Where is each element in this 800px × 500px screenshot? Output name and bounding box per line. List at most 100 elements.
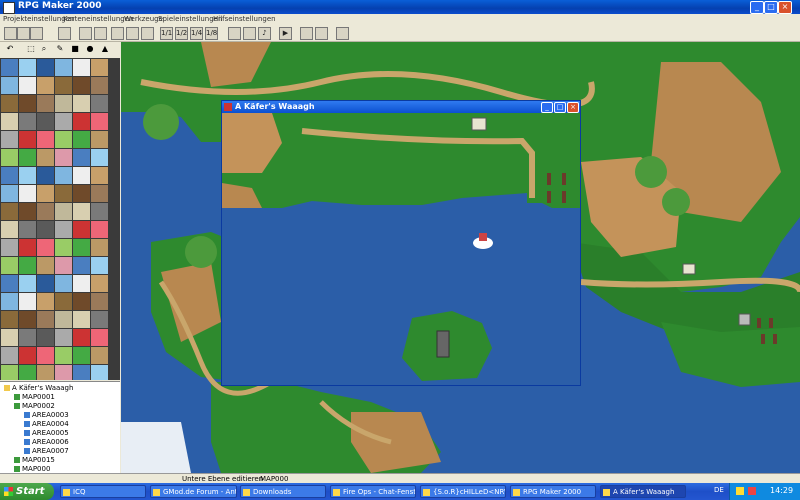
grid-icon[interactable] xyxy=(141,27,154,40)
close-project-icon[interactable] xyxy=(30,27,43,40)
chipset-tile[interactable] xyxy=(73,293,90,310)
chipset-tile[interactable] xyxy=(19,167,36,184)
music-icon[interactable]: ♪ xyxy=(258,27,271,40)
chipset-tile[interactable] xyxy=(55,77,72,94)
chipset-tile[interactable] xyxy=(73,347,90,364)
chipset-tile[interactable] xyxy=(37,275,54,292)
chipset-tile[interactable] xyxy=(91,203,108,220)
chipset-tile[interactable] xyxy=(55,221,72,238)
tree-item[interactable]: AREA0007 xyxy=(24,447,69,455)
layer-view-icon[interactable] xyxy=(126,27,139,40)
zoom-icon[interactable]: ⌕ xyxy=(39,44,49,54)
open-project-icon[interactable] xyxy=(17,27,30,40)
chipset-tile[interactable] xyxy=(19,203,36,220)
chipset-tile[interactable] xyxy=(55,185,72,202)
chipset-tile[interactable] xyxy=(37,131,54,148)
chipset-tile[interactable] xyxy=(55,203,72,220)
task-forum[interactable]: GMod.de Forum - Ant... xyxy=(150,485,237,498)
zoom-1-2-button[interactable]: 1/2 xyxy=(175,27,188,40)
minimize-button[interactable]: _ xyxy=(750,1,764,14)
chipset-tile[interactable] xyxy=(55,365,72,380)
chipset-tile[interactable] xyxy=(37,167,54,184)
chipset-tile[interactable] xyxy=(55,149,72,166)
chipset-tile[interactable] xyxy=(37,149,54,166)
chipset-tile[interactable] xyxy=(1,77,18,94)
select-icon[interactable]: ⬚ xyxy=(26,44,36,54)
chipset-tile[interactable] xyxy=(1,203,18,220)
task-icq[interactable]: ICQ xyxy=(60,485,146,498)
chipset-tile[interactable] xyxy=(37,347,54,364)
chipset-tile[interactable] xyxy=(91,275,108,292)
chipset-tile[interactable] xyxy=(55,131,72,148)
chipset-tile[interactable] xyxy=(37,185,54,202)
tree-item[interactable]: AREA0004 xyxy=(24,420,69,428)
child-minimize-button[interactable]: _ xyxy=(541,102,553,113)
playtest-icon[interactable]: ▶ xyxy=(279,27,292,40)
chipset-tile[interactable] xyxy=(55,167,72,184)
task-downloads[interactable]: Downloads xyxy=(240,485,326,498)
menu-karteneinstellungen[interactable]: Karteneinstellungen xyxy=(63,15,133,23)
zoom-1-8-button[interactable]: 1/8 xyxy=(205,27,218,40)
upper-layer-icon[interactable] xyxy=(94,27,107,40)
tree-item[interactable]: MAP0002 xyxy=(14,402,55,410)
chipset-tile[interactable] xyxy=(91,239,108,256)
chipset-tile[interactable] xyxy=(19,77,36,94)
chipset-tile[interactable] xyxy=(55,113,72,130)
chipset-tile[interactable] xyxy=(73,95,90,112)
task-chat[interactable]: Fire Ops - Chat-Fenster xyxy=(330,485,416,498)
chipset-tile[interactable] xyxy=(91,347,108,364)
chipset-tile[interactable] xyxy=(19,185,36,202)
chipset-tile[interactable] xyxy=(19,95,36,112)
chipset-tile[interactable] xyxy=(55,293,72,310)
tree-item[interactable]: AREA0003 xyxy=(24,411,69,419)
chipset-tile[interactable] xyxy=(55,239,72,256)
chipset-tile[interactable] xyxy=(73,203,90,220)
chipset-tile[interactable] xyxy=(55,347,72,364)
chipset-tile[interactable] xyxy=(1,221,18,238)
chipset-tile[interactable] xyxy=(73,185,90,202)
chipset-tile[interactable] xyxy=(37,239,54,256)
chipset-tile[interactable] xyxy=(19,149,36,166)
save-icon[interactable] xyxy=(58,27,71,40)
zoom-1-1-button[interactable]: 1/1 xyxy=(160,27,173,40)
task-game[interactable]: A Käfer's Waaagh xyxy=(600,485,686,498)
chipset-palette[interactable] xyxy=(0,58,120,380)
chipset-tile[interactable] xyxy=(37,113,54,130)
fullscreen-icon[interactable] xyxy=(300,27,313,40)
chipset-tile[interactable] xyxy=(91,167,108,184)
task-rpg-maker[interactable]: RPG Maker 2000 xyxy=(510,485,596,498)
tray-icon[interactable] xyxy=(736,487,744,495)
close-button[interactable]: × xyxy=(778,1,792,14)
chipset-tile[interactable] xyxy=(1,239,18,256)
chipset-tile[interactable] xyxy=(37,221,54,238)
chipset-tile[interactable] xyxy=(1,95,18,112)
chipset-tile[interactable] xyxy=(73,329,90,346)
fill-icon[interactable]: ▲ xyxy=(100,44,110,54)
chipset-tile[interactable] xyxy=(55,329,72,346)
chipset-tile[interactable] xyxy=(1,185,18,202)
chipset-tile[interactable] xyxy=(19,311,36,328)
chipset-tile[interactable] xyxy=(91,185,108,202)
chipset-tile[interactable] xyxy=(19,59,36,76)
child-maximize-button[interactable]: □ xyxy=(554,102,566,113)
chipset-tile[interactable] xyxy=(1,59,18,76)
undo-icon[interactable]: ↶ xyxy=(5,44,15,54)
chipset-tile[interactable] xyxy=(91,149,108,166)
task-sor[interactable]: {S.o.R}cHILLeD<NRW... xyxy=(420,485,506,498)
chipset-tile[interactable] xyxy=(91,293,108,310)
chipset-tile[interactable] xyxy=(37,293,54,310)
chipset-tile[interactable] xyxy=(73,149,90,166)
help-icon[interactable] xyxy=(336,27,349,40)
chipset-tile[interactable] xyxy=(91,257,108,274)
pencil-icon[interactable]: ✎ xyxy=(55,44,65,54)
chipset-tile[interactable] xyxy=(73,59,90,76)
chipset-tile[interactable] xyxy=(55,59,72,76)
chipset-tile[interactable] xyxy=(37,329,54,346)
chipset-tile[interactable] xyxy=(91,311,108,328)
chipset-tile[interactable] xyxy=(55,311,72,328)
chipset-tile[interactable] xyxy=(37,95,54,112)
chipset-tile[interactable] xyxy=(1,257,18,274)
chipset-tile[interactable] xyxy=(19,275,36,292)
lower-layer-icon[interactable] xyxy=(79,27,92,40)
chipset-tile[interactable] xyxy=(37,77,54,94)
